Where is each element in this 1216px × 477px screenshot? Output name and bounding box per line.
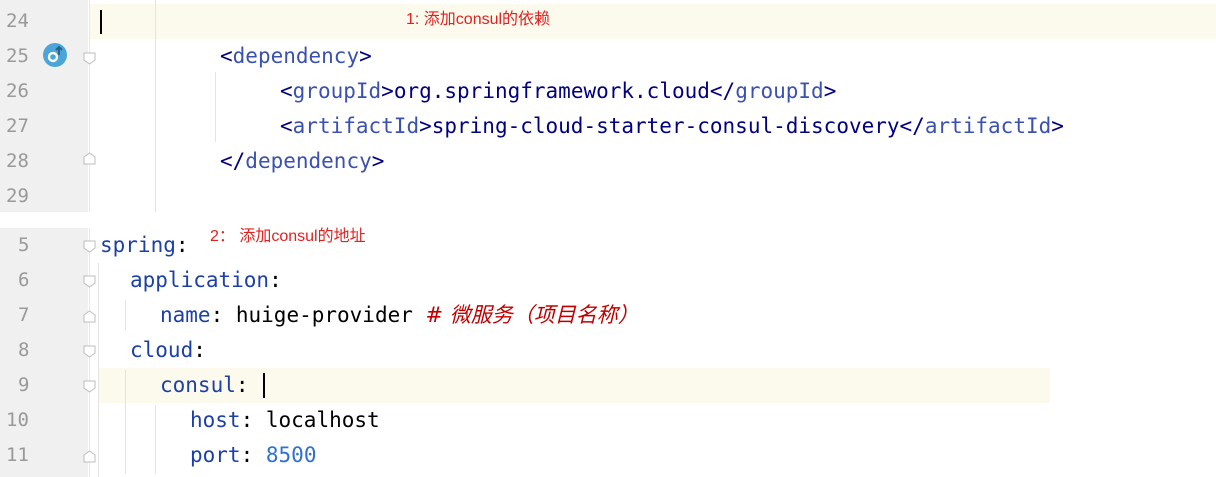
yaml-colon: : — [240, 443, 254, 467]
code-line-6[interactable]: application: — [130, 263, 282, 298]
yaml-key: application — [130, 268, 270, 292]
yaml-key: cloud — [130, 338, 194, 362]
tag-bracket: > — [371, 149, 385, 173]
fold-marker-icon[interactable] — [83, 152, 96, 165]
fold-marker-icon[interactable] — [83, 450, 96, 463]
yaml-colon: : — [210, 303, 224, 327]
tag-text: >org.springframework.cloud</ — [381, 79, 736, 103]
indent-guide — [125, 370, 126, 474]
code-line-28[interactable]: </dependency> — [220, 144, 384, 179]
yaml-value — [253, 443, 266, 467]
current-line-highlight — [90, 4, 1216, 39]
code-line-27[interactable]: <artifactId>spring-cloud-starter-consul-… — [280, 109, 1064, 144]
line-number[interactable]: 8 — [18, 333, 48, 368]
code-line-5[interactable]: spring: — [100, 228, 189, 263]
line-number[interactable]: 26 — [6, 74, 36, 109]
indent-guide — [98, 263, 99, 477]
code-line-9[interactable]: consul: — [160, 368, 249, 403]
indent-guide — [215, 72, 216, 142]
git-branch-icon[interactable] — [43, 43, 67, 67]
yaml-key: port — [190, 443, 241, 467]
tag-bracket: < — [280, 79, 293, 103]
line-number[interactable]: 27 — [6, 109, 36, 144]
yaml-key: name — [160, 303, 211, 327]
fold-marker-icon[interactable] — [83, 52, 96, 65]
line-number[interactable]: 9 — [18, 368, 48, 403]
yaml-colon: : — [269, 268, 282, 292]
fold-marker-icon[interactable] — [83, 380, 96, 393]
fold-marker-icon[interactable] — [83, 275, 96, 288]
yaml-colon: : — [240, 408, 254, 432]
yaml-key: consul — [160, 373, 236, 397]
indent-guide — [125, 300, 126, 330]
tag-name: dependency — [232, 44, 360, 68]
line-number[interactable]: 25 — [6, 39, 36, 74]
tag-bracket: > — [1051, 114, 1064, 138]
line-number[interactable]: 11 — [6, 438, 36, 473]
fold-marker-icon[interactable] — [83, 345, 96, 358]
yaml-colon: : — [235, 373, 249, 397]
tag-name: groupId — [735, 79, 824, 103]
line-number[interactable]: 5 — [18, 228, 48, 263]
line-number[interactable]: 7 — [18, 298, 48, 333]
text-caret — [263, 373, 265, 398]
line-number[interactable]: 24 — [6, 4, 36, 39]
tag-bracket: > — [823, 79, 837, 103]
code-line-25[interactable]: <dependency> — [220, 39, 372, 74]
annotation-2: 2： 添加consul的地址 — [210, 228, 366, 245]
yaml-colon: : — [175, 233, 189, 257]
tag-bracket: < — [220, 44, 233, 68]
tag-name: artifactId — [924, 114, 1052, 138]
tag-bracket: </ — [220, 149, 246, 173]
code-line-26[interactable]: <groupId>org.springframework.cloud</grou… — [280, 74, 836, 109]
tag-bracket: < — [280, 114, 293, 138]
yaml-comment: # 微服务（项目名称） — [425, 303, 639, 327]
line-number[interactable]: 29 — [6, 179, 36, 214]
tag-text: >spring-cloud-starter-consul-discovery</ — [419, 114, 925, 138]
fold-marker-icon[interactable] — [83, 240, 96, 253]
code-line-10[interactable]: host: localhost — [190, 403, 380, 438]
tag-bracket: > — [359, 44, 372, 68]
yaml-key: host — [190, 408, 241, 432]
line-number[interactable]: 10 — [6, 403, 36, 438]
tag-name: dependency — [245, 149, 372, 173]
code-line-8[interactable]: cloud: — [130, 333, 206, 368]
yaml-colon: : — [193, 338, 206, 362]
indent-guide — [155, 405, 156, 474]
yaml-key: spring — [100, 233, 176, 257]
code-line-7[interactable]: name: huige-provider # 微服务（项目名称） — [160, 298, 639, 333]
tag-name: artifactId — [292, 114, 420, 138]
text-caret — [100, 10, 102, 34]
annotation-1: 1: 添加consul的依赖 — [406, 11, 551, 28]
yaml-value: huige-provider — [223, 303, 426, 327]
indent-guide — [155, 0, 156, 212]
yaml-number: 8500 — [265, 443, 317, 467]
fold-marker-icon[interactable] — [83, 310, 96, 323]
line-number[interactable]: 28 — [6, 144, 36, 179]
line-number[interactable]: 6 — [18, 263, 48, 298]
yaml-value: localhost — [253, 408, 380, 432]
code-line-11[interactable]: port: 8500 — [190, 438, 316, 473]
tag-name: groupId — [292, 79, 382, 103]
